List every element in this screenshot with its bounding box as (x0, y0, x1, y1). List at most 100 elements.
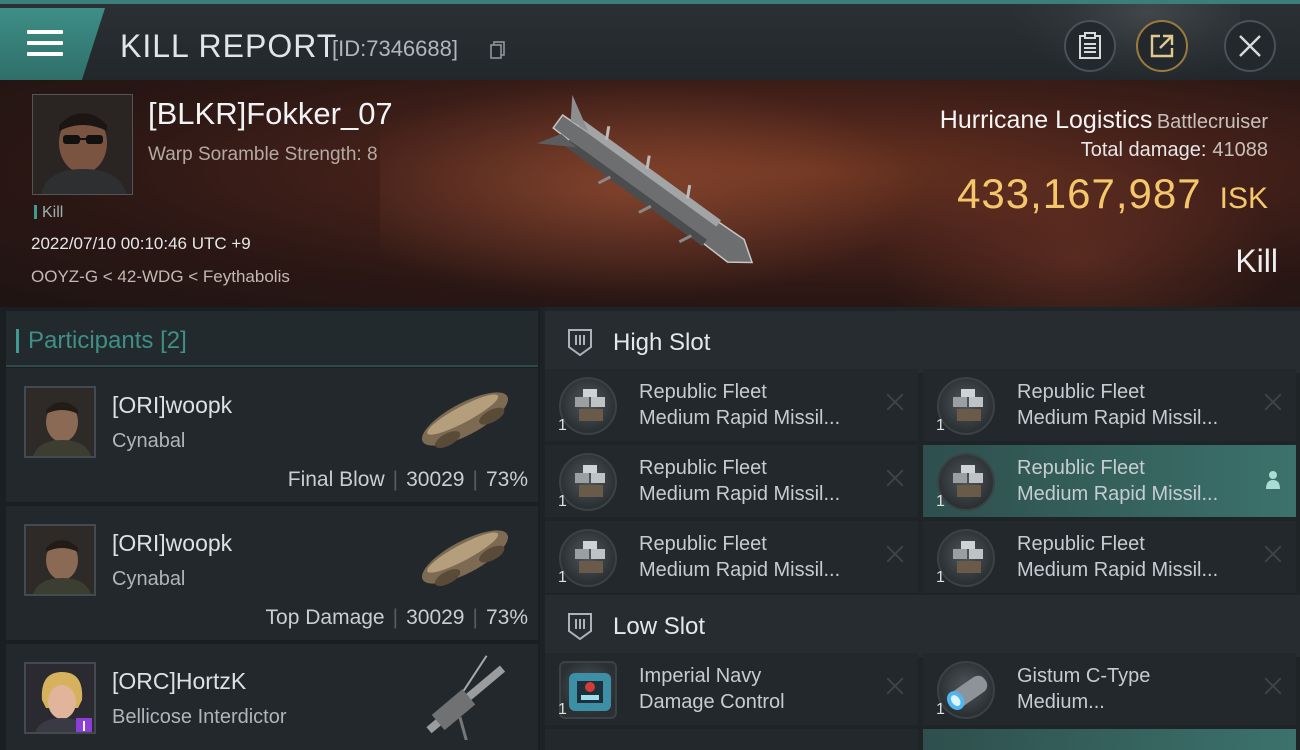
participant-ship: Cynabal (112, 430, 186, 452)
participants-count: [2] (160, 327, 187, 354)
item-quantity: 1 (936, 417, 945, 434)
destroyed-icon (1264, 545, 1282, 563)
kill-tag: Kill (34, 204, 63, 222)
participant-name: [ORI]woopk (112, 392, 233, 418)
victim-avatar[interactable] (32, 94, 133, 195)
participant-stats: Top Damage | 30029 | 73% (265, 606, 528, 629)
copy-icon[interactable] (490, 41, 506, 59)
shield-booster-icon (937, 661, 995, 719)
high-slot-item[interactable]: 1 Republic Fleet Medium Rapid Missil... (923, 369, 1296, 441)
participant-ship-image (426, 655, 506, 740)
isk-unit: ISK (1219, 182, 1268, 215)
item-name-line2: Damage Control (639, 691, 785, 713)
victim-subtitle: Warp Soramble Strength: 8 (148, 144, 378, 165)
low-slot-item-partial[interactable] (923, 729, 1296, 750)
isk-amount: 433,167,987 (957, 170, 1202, 217)
kill-datetime: 2022/07/10 00:10:46 UTC +9 (31, 234, 251, 253)
participant-damage: 30029 (406, 606, 465, 629)
item-name-line1: Gistum C-Type (1017, 665, 1151, 687)
clipboard-button[interactable] (1064, 20, 1116, 72)
close-button[interactable] (1224, 20, 1276, 72)
item-name-line2: Medium... (1017, 691, 1105, 713)
dropped-person-icon (1266, 471, 1280, 489)
item-name-line1: Republic Fleet (639, 381, 767, 403)
clipboard-icon (1079, 32, 1101, 59)
item-quantity: 1 (558, 569, 567, 586)
missile-launcher-icon (559, 529, 617, 587)
destroyed-icon (886, 469, 904, 487)
high-slot-label: High Slot (613, 329, 711, 356)
ship-name: Hurricane Logistics (939, 106, 1153, 134)
avatar (24, 386, 96, 458)
participant-ship: Cynabal (112, 568, 186, 590)
victim-banner: [BLKR]Fokker_07 Warp Soramble Strength: … (0, 80, 1300, 307)
menu-button[interactable] (0, 8, 105, 80)
fitting-panel: High Slot 1 Republic Fleet Medium Rapid … (545, 307, 1300, 750)
ship-type-line[interactable]: Hurricane Logistics Battlecruiser (940, 106, 1268, 135)
total-damage: Total damage: 41088 (1081, 139, 1268, 162)
share-button[interactable] (1136, 20, 1188, 72)
planet-backdrop (1010, 4, 1240, 84)
participant-ship: Bellicose Interdictor (112, 706, 287, 728)
high-slot-item[interactable]: 1 Republic Fleet Medium Rapid Missil... (545, 369, 918, 441)
item-quantity: 1 (936, 493, 945, 510)
participant-percent: 73% (485, 468, 528, 491)
item-name-line1: Republic Fleet (639, 457, 767, 479)
avatar (24, 662, 96, 734)
participant-damage: 30029 (406, 468, 465, 491)
participant-card[interactable]: [ORI]woopk Cynabal Top Damage | 30029 | 73% (6, 506, 538, 640)
low-slot-item-partial[interactable] (545, 729, 918, 750)
item-name-line2: Medium Rapid Missil... (1017, 559, 1219, 581)
close-icon (1239, 35, 1261, 57)
high-slot-item[interactable]: 1 Republic Fleet Medium Rapid Missil... (545, 445, 918, 517)
item-name-line2: Medium Rapid Missil... (639, 483, 841, 505)
low-slot-label: Low Slot (613, 613, 706, 640)
destroyed-icon (886, 393, 904, 411)
item-quantity: 1 (936, 701, 945, 718)
item-name-line1: Imperial Navy (639, 665, 762, 687)
participant-role: Final Blow (287, 468, 385, 491)
item-quantity: 1 (558, 493, 567, 510)
victim-name[interactable]: [BLKR]Fokker_07 (148, 96, 393, 132)
report-id: [ID:7346688] (332, 36, 458, 61)
share-icon (1150, 34, 1174, 58)
participants-header: Participants [2] (6, 311, 538, 367)
participant-ship-image (421, 392, 509, 449)
nebula-backdrop (860, 140, 1300, 307)
page-title: KILL REPORT (120, 28, 338, 64)
result-label: Kill (1235, 243, 1278, 279)
high-slot-icon (568, 329, 592, 357)
participants-panel: Participants [2] [ORI]woopk Cynabal Fina… (0, 307, 540, 750)
low-slot-icon (568, 613, 592, 641)
ship-class: Battlecruiser (1156, 111, 1268, 133)
destroyed-icon (1264, 393, 1282, 411)
item-name-line1: Republic Fleet (639, 533, 767, 555)
low-slot-item[interactable]: 1 Gistum C-Type Medium... (923, 653, 1296, 725)
participant-card[interactable]: [ORC]HortzK Bellicose Interdictor (6, 644, 538, 750)
participant-percent: 73% (485, 606, 528, 629)
item-name-line2: Medium Rapid Missil... (1017, 483, 1219, 505)
high-slot-item-selected[interactable]: 1 Republic Fleet Medium Rapid Missil... (923, 445, 1296, 517)
item-name-line1: Republic Fleet (1017, 457, 1145, 479)
item-name-line1: Republic Fleet (1017, 381, 1145, 403)
participant-ship-image (421, 530, 509, 587)
victim-ship-image[interactable] (525, 92, 785, 292)
total-damage-value: 41088 (1212, 139, 1268, 161)
destroyed-icon (886, 677, 904, 695)
item-name-line2: Medium Rapid Missil... (1017, 407, 1219, 429)
missile-launcher-icon (937, 377, 995, 435)
kill-location[interactable]: OOYZ-G < 42-WDG < Feythabolis (31, 267, 290, 287)
item-name-line2: Medium Rapid Missil... (639, 407, 841, 429)
participant-card[interactable]: [ORI]woopk Cynabal Final Blow | 30029 | 73% (6, 368, 538, 502)
low-slot-item[interactable]: 1 Imperial Navy Damage Control (545, 653, 918, 725)
high-slot-item[interactable]: 1 Republic Fleet Medium Rapid Missil... (923, 521, 1296, 593)
menu-icon (27, 30, 63, 63)
high-slot-item[interactable]: 1 Republic Fleet Medium Rapid Missil... (545, 521, 918, 593)
missile-launcher-icon (559, 377, 617, 435)
participant-stats: Final Blow | 30029 | 73% (287, 468, 528, 491)
avatar (24, 524, 96, 596)
item-quantity: 1 (558, 417, 567, 434)
participant-name: [ORC]HortzK (112, 668, 247, 694)
destroyed-icon (886, 545, 904, 563)
participant-role: Top Damage (265, 606, 385, 629)
